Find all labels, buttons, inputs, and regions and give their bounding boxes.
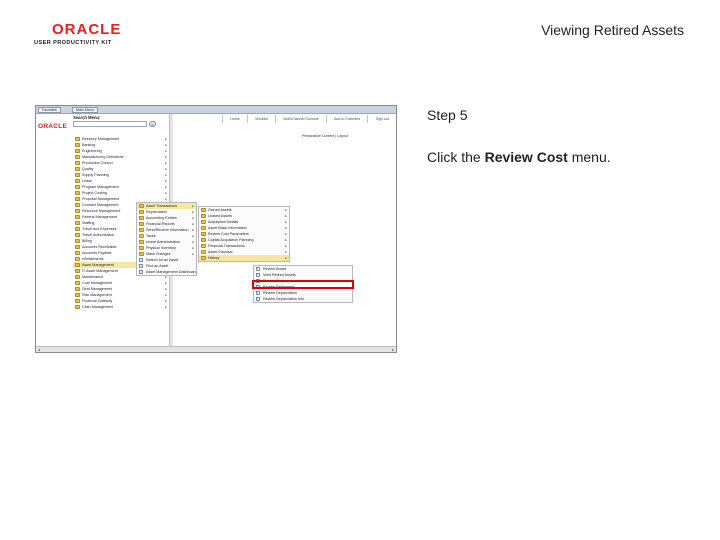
menu-search-button[interactable]: » [149,121,156,127]
folder-icon [75,233,80,237]
folder-icon [75,221,80,225]
folder-icon [75,155,80,159]
menu-item-label: Asset Management Dashboard [146,270,196,274]
step-instruction: Click the Review Cost menu. [427,149,611,165]
folder-icon [75,287,80,291]
submenu-arrow-icon: ▸ [285,256,287,260]
folder-icon [201,244,206,248]
folder-icon [139,240,144,244]
asset-management-submenu: Asset Transactions ▸ Depreciation ▸ Accounti… [136,202,197,276]
page-icon [139,270,143,274]
folder-icon [201,232,206,236]
folder-icon [75,227,80,231]
nav-multichannel[interactable]: MultiChannel Console [275,115,326,123]
folder-icon [139,216,144,220]
logo-wordmark: ORACLE [52,21,122,38]
submenu-arrow-icon: ▸ [165,305,167,309]
folder-icon [201,226,206,230]
menu-item[interactable]: Asset Management Dashboard [137,269,196,275]
folder-icon [75,299,80,303]
portal-nav: Home Worklist MultiChannel Console Add t… [222,115,396,123]
folder-icon [139,246,144,250]
page-icon [256,267,260,271]
folder-icon [75,275,80,279]
folder-icon [75,215,80,219]
review-cost-highlight [252,280,354,289]
folder-icon [75,203,80,207]
page-icon [139,264,143,268]
folder-icon [75,185,80,189]
folder-icon [75,305,80,309]
page-icon [256,273,260,277]
folder-icon [75,257,80,261]
folder-icon [139,222,144,226]
folder-icon [139,234,144,238]
menu-item-label: History [208,256,220,260]
personalize-link[interactable]: Personalize Content | Layout [302,134,348,138]
folder-icon [75,263,80,267]
scroll-left-icon[interactable]: ◂ [36,347,42,352]
folder-icon [139,252,144,256]
folder-icon [75,161,80,165]
search-menu-label: Search Menu: [73,115,101,120]
nav-home[interactable]: Home [222,115,247,123]
menu-search-input[interactable] [73,121,147,127]
nav-add-favorites[interactable]: Add to Favorites [325,115,368,123]
folder-icon [201,256,206,260]
folder-icon [75,149,80,153]
slide-title: Viewing Retired Assets [541,22,684,38]
folder-icon [201,208,206,212]
folder-icon [139,204,144,208]
page-icon [256,291,260,295]
folder-icon [75,239,80,243]
menu-item-label: Review Depreciation Info [263,297,304,301]
step-number: Step 5 [427,107,468,123]
folder-icon [75,281,80,285]
folder-icon [75,245,80,249]
horizontal-scrollbar[interactable]: ◂ ▸ [36,346,396,352]
application-screenshot: Favorites Main Menu Home Worklist MultiC… [35,105,397,353]
folder-icon [201,250,206,254]
page-icon [256,297,260,301]
tab-favorites[interactable]: Favorites [38,107,61,113]
oracle-upk-logo: ORACLE USER PRODUCTIVITY KIT [34,22,126,48]
asset-transactions-submenu: Owned Assets ▸ Leased Assets ▸ Acquisition D… [198,206,290,262]
folder-icon [75,209,80,213]
folder-icon [75,197,80,201]
instruction-target: Review Cost [484,149,568,165]
folder-icon [75,293,80,297]
scroll-right-icon[interactable]: ▸ [390,347,396,352]
folder-icon [201,220,206,224]
menu-item-label: Cash Management [82,305,114,309]
folder-icon [201,238,206,242]
logo-subtitle: USER PRODUCTIVITY KIT [34,40,112,46]
nav-sign-out[interactable]: Sign out [367,115,396,123]
folder-icon [139,210,144,214]
folder-icon [75,137,80,141]
app-brand: ORACLE [38,123,68,130]
nav-worklist[interactable]: Worklist [247,115,275,123]
portal-tab-bar: Favorites Main Menu [36,106,396,114]
folder-icon [201,214,206,218]
page-icon [139,258,143,262]
folder-icon [75,167,80,171]
tab-main-menu[interactable]: Main Menu [72,107,98,113]
folder-icon [139,228,144,232]
menu-item[interactable]: Cash Management ▸ [73,304,169,310]
menu-item[interactable]: History ▸ [199,255,289,261]
folder-icon [75,251,80,255]
folder-icon [75,269,80,273]
folder-icon [75,191,80,195]
folder-icon [75,179,80,183]
folder-icon [75,173,80,177]
menu-item[interactable]: Review Depreciation Info [254,296,352,302]
folder-icon [75,143,80,147]
